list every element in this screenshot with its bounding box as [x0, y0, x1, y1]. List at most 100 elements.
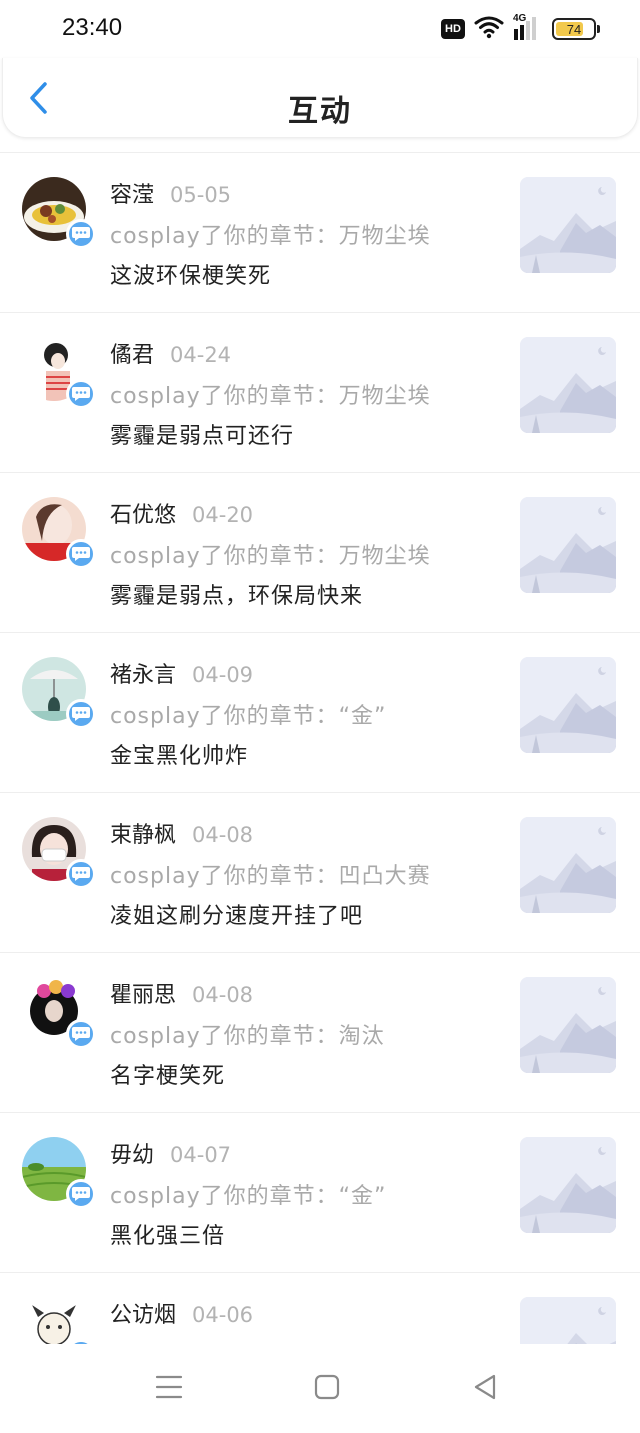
item-context: cosplay了你的章节：万物尘埃: [110, 544, 431, 569]
list-item[interactable]: 褚永言 04-09 cosplay了你的章节：“金” 金宝黑化帅炸: [0, 633, 640, 793]
item-text: 公访烟 04-06: [110, 1297, 500, 1344]
list-item[interactable]: 束静枫 04-08 cosplay了你的章节：凹凸大赛 凌姐这刷分速度开挂了吧: [0, 793, 640, 953]
item-text: 石优悠 04-20 cosplay了你的章节：万物尘埃 雾霾是弱点，环保局快来: [110, 497, 500, 617]
battery-tip: [597, 25, 600, 33]
image-placeholder-icon: [520, 817, 616, 913]
chapter-thumbnail[interactable]: [520, 977, 616, 1073]
avatar-wrap[interactable]: [22, 977, 96, 1049]
item-context: cosplay了你的章节：万物尘埃: [110, 224, 431, 249]
chapter-thumbnail[interactable]: [520, 1297, 616, 1344]
avatar-wrap[interactable]: [22, 1137, 96, 1209]
item-comment: 金宝黑化帅炸: [110, 744, 249, 769]
user-name[interactable]: 褚永言: [110, 657, 176, 689]
user-name[interactable]: 公访烟: [110, 1297, 176, 1329]
wifi-icon: [474, 15, 504, 43]
item-text: 容滢 05-05 cosplay了你的章节：万物尘埃 这波环保梗笑死: [110, 177, 500, 297]
list-item[interactable]: 僪君 04-24 cosplay了你的章节：万物尘埃 雾霾是弱点可还行: [0, 313, 640, 473]
avatar-wrap[interactable]: [22, 497, 96, 569]
item-context: cosplay了你的章节：淘汰: [110, 1024, 385, 1049]
avatar-wrap[interactable]: [22, 177, 96, 249]
item-comment: 雾霾是弱点，环保局快来: [110, 584, 364, 609]
user-name[interactable]: 毋幼: [110, 1137, 154, 1169]
back-triangle-icon: [471, 1373, 499, 1405]
status-time: 23:40: [62, 14, 123, 41]
avatar-wrap[interactable]: [22, 817, 96, 889]
item-header: 容滢 05-05: [110, 177, 500, 217]
item-date: 04-09: [192, 663, 254, 687]
user-name[interactable]: 石优悠: [110, 497, 176, 529]
item-date: 04-24: [170, 343, 232, 367]
list-item[interactable]: 公访烟 04-06: [0, 1273, 640, 1344]
user-name[interactable]: 瞿丽思: [110, 977, 176, 1009]
comment-bubble-icon: [66, 539, 96, 569]
list-item[interactable]: 石优悠 04-20 cosplay了你的章节：万物尘埃 雾霾是弱点，环保局快来: [0, 473, 640, 633]
comment-bubble-icon: [66, 219, 96, 249]
page-header: 互动: [2, 58, 638, 138]
cellular-signal-icon: 4G: [513, 13, 543, 42]
battery-level: 74: [566, 21, 582, 37]
user-name[interactable]: 容滢: [110, 177, 154, 209]
status-icons: HD 4G 74: [441, 13, 600, 43]
page-title: 互动: [288, 94, 352, 129]
item-context: cosplay了你的章节：万物尘埃: [110, 384, 431, 409]
image-placeholder-icon: [520, 1137, 616, 1233]
chapter-thumbnail[interactable]: [520, 657, 616, 753]
item-date: 04-06: [192, 1303, 254, 1327]
item-header: 褚永言 04-09: [110, 657, 500, 697]
home-button[interactable]: [312, 1374, 342, 1404]
status-bar: 23:40 HD 4G 74: [0, 0, 640, 58]
item-text: 瞿丽思 04-08 cosplay了你的章节：淘汰 名字梗笑死: [110, 977, 500, 1097]
chapter-thumbnail[interactable]: [520, 177, 616, 273]
item-comment: 名字梗笑死: [110, 1064, 226, 1089]
menu-icon: [155, 1374, 183, 1404]
menu-button[interactable]: [154, 1374, 184, 1404]
list-item[interactable]: 容滢 05-05 cosplay了你的章节：万物尘埃 这波环保梗笑死: [0, 153, 640, 313]
image-placeholder-icon: [520, 337, 616, 433]
image-placeholder-icon: [520, 977, 616, 1073]
chapter-thumbnail[interactable]: [520, 1137, 616, 1233]
item-header: 瞿丽思 04-08: [110, 977, 500, 1017]
chapter-thumbnail[interactable]: [520, 817, 616, 913]
system-back-button[interactable]: [470, 1374, 500, 1404]
item-comment: 凌姐这刷分速度开挂了吧: [110, 904, 364, 929]
avatar-wrap[interactable]: [22, 1297, 96, 1344]
item-date: 04-08: [192, 823, 254, 847]
item-header: 束静枫 04-08: [110, 817, 500, 857]
chapter-thumbnail[interactable]: [520, 337, 616, 433]
comment-bubble-icon: [66, 859, 96, 889]
comment-bubble-icon: [66, 1179, 96, 1209]
item-date: 05-05: [170, 183, 232, 207]
item-date: 04-08: [192, 983, 254, 1007]
chapter-thumbnail[interactable]: [520, 497, 616, 593]
interaction-list[interactable]: 容滢 05-05 cosplay了你的章节：万物尘埃 这波环保梗笑死 僪君 04-24 co…: [0, 152, 640, 1344]
item-context: cosplay了你的章节：“金”: [110, 1184, 387, 1209]
user-name[interactable]: 束静枫: [110, 817, 176, 849]
item-context: cosplay了你的章节：“金”: [110, 704, 387, 729]
avatar[interactable]: [22, 1297, 86, 1344]
item-date: 04-20: [192, 503, 254, 527]
item-header: 石优悠 04-20: [110, 497, 500, 537]
item-date: 04-07: [170, 1143, 232, 1167]
item-header: 公访烟 04-06: [110, 1297, 500, 1337]
image-placeholder-icon: [520, 657, 616, 753]
avatar-wrap[interactable]: [22, 337, 96, 409]
battery-icon: 74: [552, 18, 596, 40]
system-nav-bar: [0, 1344, 640, 1433]
item-text: 束静枫 04-08 cosplay了你的章节：凹凸大赛 凌姐这刷分速度开挂了吧: [110, 817, 500, 937]
item-text: 褚永言 04-09 cosplay了你的章节：“金” 金宝黑化帅炸: [110, 657, 500, 777]
comment-bubble-icon: [66, 1019, 96, 1049]
item-header: 僪君 04-24: [110, 337, 500, 377]
item-comment: 黑化强三倍: [110, 1224, 226, 1249]
item-context: cosplay了你的章节：凹凸大赛: [110, 864, 431, 889]
list-item[interactable]: 瞿丽思 04-08 cosplay了你的章节：淘汰 名字梗笑死: [0, 953, 640, 1113]
avatar-wrap[interactable]: [22, 657, 96, 729]
image-placeholder-icon: [520, 177, 616, 273]
hd-badge: HD: [441, 19, 465, 39]
comment-bubble-icon: [66, 699, 96, 729]
list-item[interactable]: 毋幼 04-07 cosplay了你的章节：“金” 黑化强三倍: [0, 1113, 640, 1273]
image-placeholder-icon: [520, 497, 616, 593]
comment-bubble-icon: [66, 379, 96, 409]
user-name[interactable]: 僪君: [110, 337, 154, 369]
item-context: [110, 1337, 500, 1344]
item-header: 毋幼 04-07: [110, 1137, 500, 1177]
